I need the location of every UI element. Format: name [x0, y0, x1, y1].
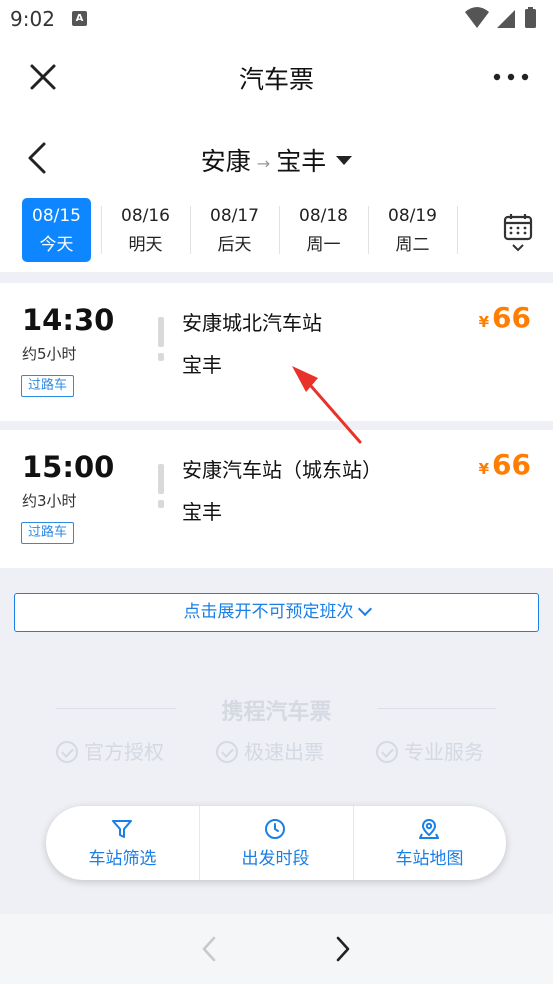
bottom-navigation — [0, 914, 553, 984]
date-tab-0818[interactable]: 08/18 周一 — [279, 198, 368, 262]
title-bar: 汽车票 — [0, 38, 553, 116]
date-tabs: 08/15 今天 08/16 明天 08/17 后天 08/18 周一 08/1… — [0, 196, 553, 272]
date-tab-date: 08/16 — [121, 206, 170, 226]
feature-item: 专业服务 — [376, 736, 484, 765]
route-line-icon — [158, 317, 164, 361]
check-circle-icon — [56, 740, 78, 763]
page-title: 汽车票 — [238, 65, 314, 94]
feature-item: 官方授权 — [56, 736, 164, 765]
notification-icon: A — [72, 11, 87, 26]
ticket-row[interactable]: 14:30 约5小时 过路车 安康城北汽车站 宝丰 ¥66 — [0, 283, 553, 421]
divider — [378, 708, 496, 709]
date-tab-weekday: 今天 — [39, 235, 74, 255]
date-tab-0816[interactable]: 08/16 明天 — [101, 198, 190, 262]
filter-label: 出发时段 — [241, 849, 310, 869]
brand-name: 携程汽车票 — [221, 700, 332, 725]
signal-icon — [497, 10, 515, 28]
date-tab-weekday: 周二 — [395, 235, 430, 255]
route-arrow-icon: → — [256, 153, 271, 173]
price-value: 66 — [492, 301, 531, 334]
filter-label: 车站地图 — [395, 849, 464, 869]
currency-symbol: ¥ — [478, 313, 490, 331]
date-tab-weekday: 明天 — [128, 235, 163, 255]
ticket-price: ¥66 — [479, 448, 531, 481]
chevron-down-icon — [357, 601, 372, 617]
date-tab-weekday: 后天 — [217, 235, 252, 255]
funnel-icon — [112, 820, 132, 838]
date-tab-date: 08/19 — [388, 206, 437, 226]
departure-time: 15:00 — [22, 450, 115, 484]
station-filter-button[interactable]: 车站筛选 — [46, 806, 199, 880]
ticket-row[interactable]: 15:00 约3小时 过路车 安康汽车站（城东站） 宝丰 ¥66 — [0, 430, 553, 568]
more-options-icon[interactable] — [489, 64, 533, 90]
departure-time: 14:30 — [22, 303, 115, 337]
ticket-price: ¥66 — [479, 301, 531, 334]
route-bar: 安康 → 宝丰 — [0, 116, 553, 196]
status-icons — [465, 7, 536, 28]
trip-duration: 约3小时 — [22, 492, 77, 510]
brand-watermark: 携程汽车票 — [0, 688, 553, 728]
feature-label: 专业服务 — [404, 740, 484, 764]
route-line-icon — [158, 464, 164, 508]
ticket-tag: 过路车 — [21, 375, 75, 397]
battery-icon — [525, 9, 536, 28]
route-from: 安康 — [200, 147, 251, 176]
status-time: 9:02 — [10, 7, 55, 31]
route-selector[interactable]: 安康 → 宝丰 — [0, 142, 553, 178]
expand-unbookable-button[interactable]: 点击展开不可预定班次 — [14, 593, 539, 632]
currency-symbol: ¥ — [478, 460, 490, 478]
station-map-button[interactable]: 车站地图 — [353, 806, 506, 880]
from-station: 安康汽车站（城东站） — [182, 458, 382, 482]
check-circle-icon — [376, 740, 398, 763]
from-station: 安康城北汽车站 — [182, 311, 322, 335]
to-station: 宝丰 — [182, 500, 222, 524]
to-station: 宝丰 — [182, 353, 222, 377]
feature-label: 官方授权 — [84, 740, 164, 764]
status-bar: 9:02 A — [0, 0, 553, 38]
date-tab-0819[interactable]: 08/19 周二 — [368, 198, 457, 262]
trip-duration: 约5小时 — [22, 345, 77, 363]
clock-icon — [265, 819, 285, 839]
departure-time-filter-button[interactable]: 出发时段 — [199, 806, 352, 880]
next-page-icon[interactable] — [330, 932, 356, 966]
brand-features: 官方授权 极速出票 专业服务 — [0, 736, 553, 768]
date-tab-0817[interactable]: 08/17 后天 — [190, 198, 279, 262]
date-tab-date: 08/18 — [299, 206, 348, 226]
calendar-icon[interactable] — [498, 210, 538, 254]
dropdown-triangle-icon — [336, 155, 353, 165]
feature-item: 极速出票 — [216, 736, 324, 765]
expand-label: 点击展开不可预定班次 — [183, 602, 354, 622]
route-to: 宝丰 — [276, 147, 327, 176]
ticket-tag: 过路车 — [21, 522, 75, 544]
wifi-icon — [465, 7, 489, 28]
date-tab-weekday: 周一 — [306, 235, 341, 255]
prev-page-icon[interactable] — [196, 932, 222, 966]
map-pin-icon — [419, 818, 439, 839]
price-value: 66 — [492, 448, 531, 481]
date-tab-date: 08/17 — [210, 206, 259, 226]
divider — [457, 206, 458, 254]
feature-label: 极速出票 — [244, 740, 324, 764]
filter-bar: 车站筛选 出发时段 车站地图 — [46, 806, 506, 880]
date-tab-date: 08/15 — [32, 206, 81, 226]
date-tab-0815[interactable]: 08/15 今天 — [22, 198, 91, 262]
filter-label: 车站筛选 — [88, 849, 157, 869]
check-circle-icon — [216, 740, 238, 763]
